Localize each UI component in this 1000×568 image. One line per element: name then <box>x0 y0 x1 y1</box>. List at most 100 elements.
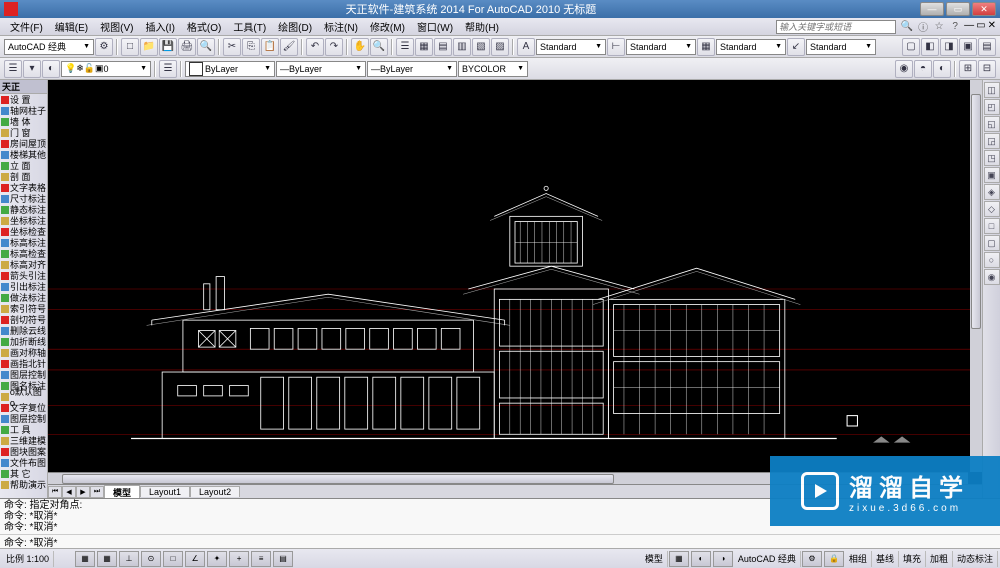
right-tool-7-icon[interactable]: ◈ <box>984 184 1000 200</box>
right-tool-10-icon[interactable]: ▢ <box>984 235 1000 251</box>
sb-r3-icon[interactable]: ◑ <box>713 551 733 567</box>
new-icon[interactable]: □ <box>121 38 139 56</box>
search-icon[interactable]: 🔍 <box>900 20 914 34</box>
lwt-toggle[interactable]: ≡ <box>251 551 271 567</box>
minimize-button[interactable]: — <box>920 2 944 16</box>
toolpalette-icon[interactable]: ▤ <box>434 38 452 56</box>
p2-icon[interactable]: ◓ <box>914 60 932 78</box>
right-tool-12-icon[interactable]: ◉ <box>984 269 1000 285</box>
right-tool-6-icon[interactable]: ▣ <box>984 167 1000 183</box>
drawing-area[interactable]: ⏮ ◀ ▶ ⏭ 模型 Layout1 Layout2 <box>48 80 982 498</box>
ducs-toggle[interactable]: ✦ <box>207 551 227 567</box>
p4-icon[interactable]: ⊞ <box>959 60 977 78</box>
menu-modify[interactable]: 修改(M) <box>364 19 411 34</box>
p1-icon[interactable]: ◉ <box>895 60 913 78</box>
help-icon[interactable]: ? <box>948 20 962 34</box>
text-style-combo[interactable]: Standard▼ <box>536 39 606 55</box>
e4-icon[interactable]: ▣ <box>959 38 977 56</box>
right-tool-9-icon[interactable]: □ <box>984 218 1000 234</box>
right-tool-5-icon[interactable]: ◳ <box>984 150 1000 166</box>
toggle-bold[interactable]: 加粗 <box>926 551 953 567</box>
cut-icon[interactable]: ✂ <box>223 38 241 56</box>
e3-icon[interactable]: ◨ <box>940 38 958 56</box>
menu-dimension[interactable]: 标注(N) <box>318 19 364 34</box>
sheetset-icon[interactable]: ▥ <box>453 38 471 56</box>
toggle-dyndim[interactable]: 动态标注 <box>953 551 998 567</box>
table-style-combo[interactable]: Standard▼ <box>716 39 786 55</box>
info-icon[interactable]: ⓘ <box>916 20 930 34</box>
snap-toggle[interactable]: ▦ <box>75 551 95 567</box>
ortho-toggle[interactable]: ⊥ <box>119 551 139 567</box>
e1-icon[interactable]: ▢ <box>902 38 920 56</box>
cad-canvas[interactable] <box>48 80 982 498</box>
table-style-icon[interactable]: ▦ <box>697 38 715 56</box>
right-tool-8-icon[interactable]: ◇ <box>984 201 1000 217</box>
layer-props-icon[interactable]: ☰ <box>4 60 22 78</box>
tab-layout1[interactable]: Layout1 <box>140 486 190 497</box>
text-style-icon[interactable]: A <box>517 38 535 56</box>
e2-icon[interactable]: ◧ <box>921 38 939 56</box>
lineweight-combo[interactable]: — ByLayer▼ <box>367 61 457 77</box>
sb-r5-icon[interactable]: 🔒 <box>824 551 844 567</box>
doc-minimize-button[interactable]: — <box>964 20 974 34</box>
polar-toggle[interactable]: ⊙ <box>141 551 161 567</box>
save-icon[interactable]: 💾 <box>159 38 177 56</box>
dim-style-combo[interactable]: Standard▼ <box>626 39 696 55</box>
osnap-toggle[interactable]: □ <box>163 551 183 567</box>
mleader-style-combo[interactable]: Standard▼ <box>806 39 876 55</box>
linetype-combo[interactable]: — ByLayer▼ <box>276 61 366 77</box>
maximize-button[interactable]: ▭ <box>946 2 970 16</box>
menu-help[interactable]: 帮助(H) <box>459 19 505 34</box>
undo-icon[interactable]: ↶ <box>306 38 324 56</box>
layer-combo[interactable]: 💡❄🔓▣ 0▼ <box>61 61 151 77</box>
zoom-icon[interactable]: 🔍 <box>370 38 388 56</box>
dim-style-icon[interactable]: ⊢ <box>607 38 625 56</box>
tab-nav-first-icon[interactable]: ⏮ <box>48 486 62 498</box>
match-icon[interactable]: 🖌 <box>280 38 298 56</box>
layer-manager-icon[interactable]: ☰ <box>159 60 177 78</box>
tab-model[interactable]: 模型 <box>104 485 140 499</box>
close-button[interactable]: ✕ <box>972 2 996 16</box>
toggle-base[interactable]: 基线 <box>872 551 899 567</box>
properties-icon[interactable]: ☰ <box>396 38 414 56</box>
menu-file[interactable]: 文件(F) <box>4 19 49 34</box>
menu-draw[interactable]: 绘图(D) <box>272 19 318 34</box>
menu-window[interactable]: 窗口(W) <box>411 19 459 34</box>
calc-icon[interactable]: ▨ <box>491 38 509 56</box>
copy-icon[interactable]: ⎘ <box>242 38 260 56</box>
vertical-scrollbar-thumb[interactable] <box>971 94 981 329</box>
sb-r1-icon[interactable]: ▦ <box>669 551 689 567</box>
left-panel-item[interactable]: 帮助演示 <box>0 479 47 490</box>
menu-edit[interactable]: 编辑(E) <box>49 19 94 34</box>
p5-icon[interactable]: ⊟ <box>978 60 996 78</box>
plotstyle-combo[interactable]: BYCOLOR▼ <box>458 61 528 77</box>
tab-nav-prev-icon[interactable]: ◀ <box>62 486 76 498</box>
right-tool-11-icon[interactable]: ○ <box>984 252 1000 268</box>
print-icon[interactable]: 🖨 <box>178 38 196 56</box>
menu-format[interactable]: 格式(O) <box>181 19 227 34</box>
star-icon[interactable]: ☆ <box>932 20 946 34</box>
layer-states-icon[interactable]: ▾ <box>23 60 41 78</box>
sb-r4-icon[interactable]: ⚙ <box>802 551 822 567</box>
otrack-toggle[interactable]: ∠ <box>185 551 205 567</box>
right-tool-1-icon[interactable]: ◫ <box>984 82 1000 98</box>
dyn-toggle[interactable]: + <box>229 551 249 567</box>
paste-icon[interactable]: 📋 <box>261 38 279 56</box>
workspace-label[interactable]: AutoCAD 经典 <box>734 551 801 567</box>
vertical-scrollbar[interactable] <box>970 80 982 472</box>
markup-icon[interactable]: ▧ <box>472 38 490 56</box>
model-space-button[interactable]: 模型 <box>641 551 668 567</box>
doc-maximize-button[interactable]: ▭ <box>976 20 985 34</box>
e5-icon[interactable]: ▤ <box>978 38 996 56</box>
menu-view[interactable]: 视图(V) <box>94 19 139 34</box>
workspace-combo[interactable]: AutoCAD 经典▼ <box>4 39 94 55</box>
search-input[interactable] <box>776 20 896 34</box>
qp-toggle[interactable]: ▤ <box>273 551 293 567</box>
horizontal-scrollbar-thumb[interactable] <box>62 474 614 484</box>
pan-icon[interactable]: ✋ <box>351 38 369 56</box>
p3-icon[interactable]: ◐ <box>933 60 951 78</box>
designcenter-icon[interactable]: ▦ <box>415 38 433 56</box>
doc-close-button[interactable]: ✕ <box>988 20 996 34</box>
tab-nav-next-icon[interactable]: ▶ <box>76 486 90 498</box>
right-tool-2-icon[interactable]: ◰ <box>984 99 1000 115</box>
